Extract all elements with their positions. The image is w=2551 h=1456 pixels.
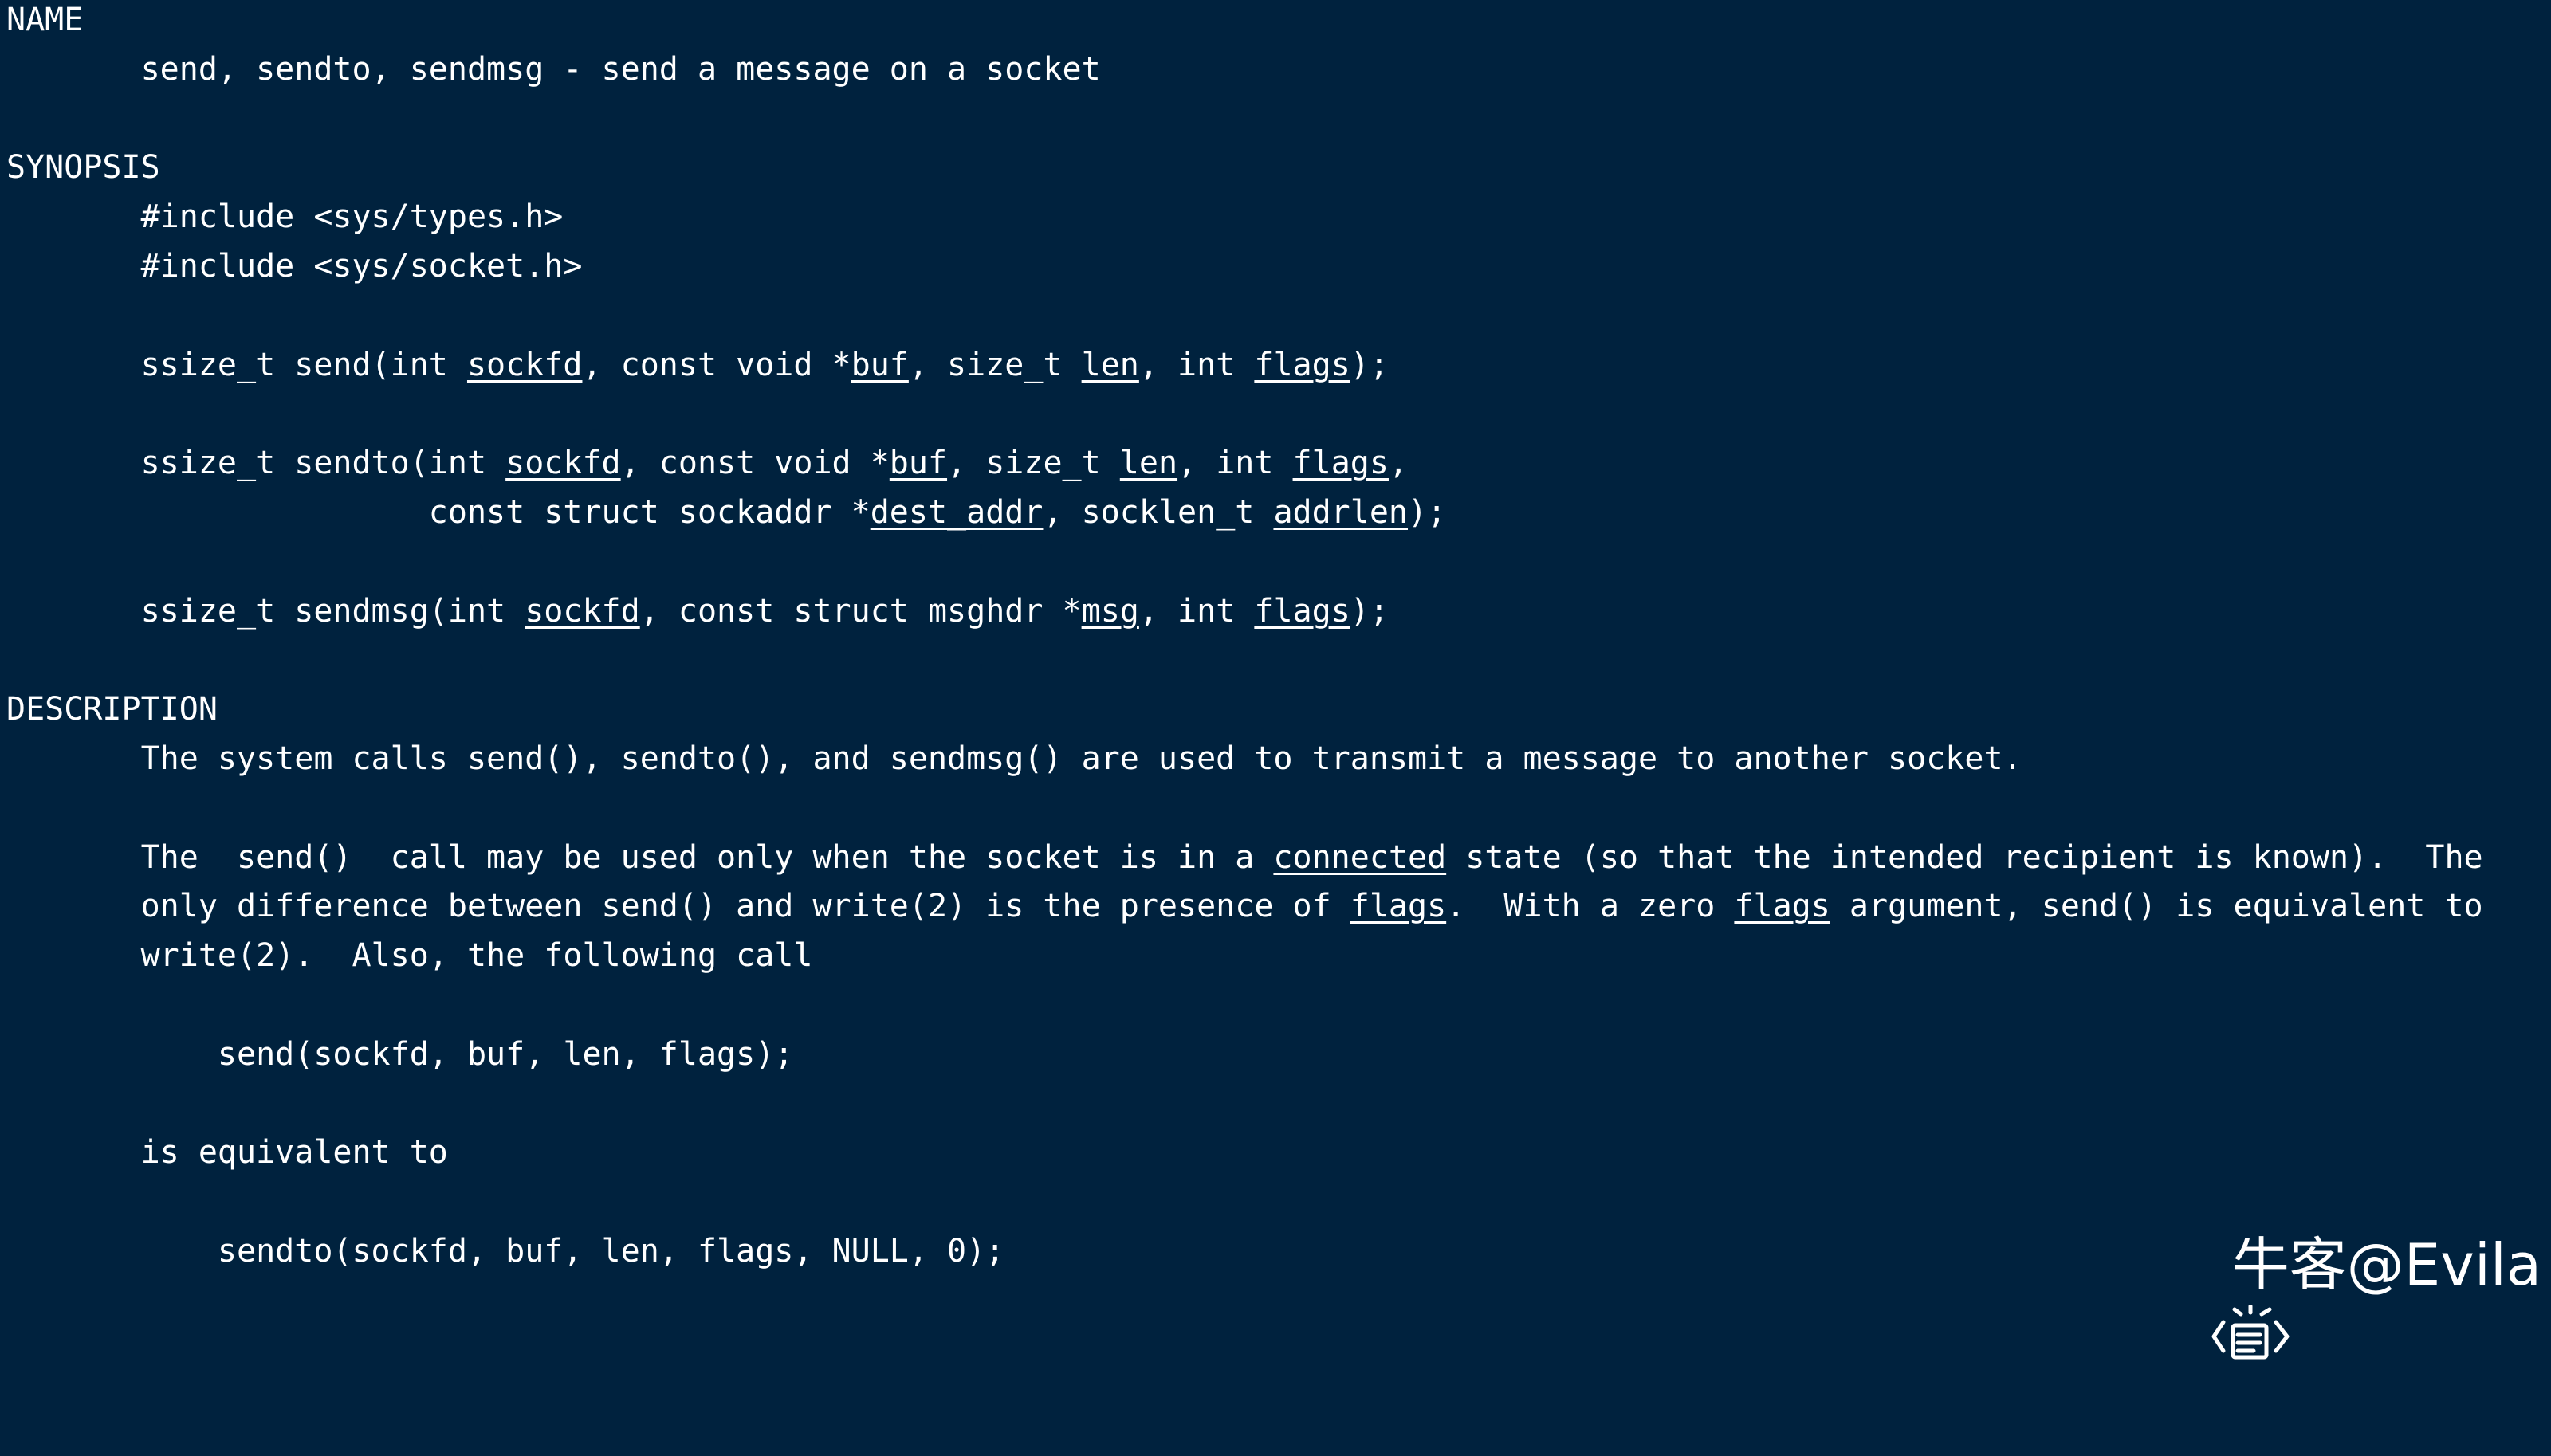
- argument-name: sockfd: [466, 346, 583, 383]
- line-text: is equivalent to: [6, 1134, 448, 1171]
- argument-name: msg: [1081, 592, 1139, 630]
- argument-name: flags: [1350, 888, 1447, 925]
- man-line: sendto(sockfd, buf, len, flags, NULL, 0)…: [6, 1226, 1004, 1276]
- line-text: ssize_t sendmsg(int: [6, 592, 525, 630]
- man-line: only difference between send() and write…: [6, 881, 2483, 931]
- man-line: ssize_t send(int sockfd, const void *buf…: [6, 340, 1389, 390]
- man-line: #include <sys/types.h>: [6, 192, 564, 241]
- line-text: , int: [1138, 346, 1255, 383]
- line-text: );: [1350, 346, 1389, 383]
- line-text: . With a zero: [1446, 888, 1735, 925]
- line-text: #include <sys/socket.h>: [6, 248, 583, 285]
- argument-name: sockfd: [525, 592, 640, 630]
- argument-name: sockfd: [505, 445, 621, 482]
- watermark-text: 牛客@Evila: [2231, 1231, 2541, 1298]
- man-line: ssize_t sendto(int sockfd, const void *b…: [6, 438, 1409, 488]
- argument-name: buf: [851, 346, 909, 383]
- line-text: send(sockfd, buf, len, flags);: [6, 1035, 794, 1073]
- argument-name: connected: [1273, 838, 1447, 876]
- man-line: The send() call may be used only when th…: [6, 833, 2483, 882]
- man-line: write(2). Also, the following call: [6, 931, 813, 980]
- line-text: , const void *: [620, 445, 890, 482]
- line-text: ssize_t send(int: [6, 346, 467, 383]
- line-text: , const struct msghdr *: [639, 592, 1082, 630]
- line-text: #include <sys/types.h>: [6, 198, 564, 236]
- line-text: const struct sockaddr *: [6, 494, 871, 531]
- man-line: send(sockfd, buf, len, flags);: [6, 1030, 793, 1079]
- argument-name: flags: [1734, 888, 1830, 925]
- argument-name: buf: [889, 445, 948, 482]
- man-line: ssize_t sendmsg(int sockfd, const struct…: [6, 587, 1389, 636]
- line-text: );: [1350, 592, 1389, 630]
- section-heading-description: DESCRIPTION: [6, 691, 218, 728]
- line-text: only difference between send() and write…: [6, 888, 1350, 925]
- line-text: The system calls send(), sendto(), and s…: [6, 740, 2022, 777]
- line-text: sendto(sockfd, buf, len, flags, NULL, 0)…: [6, 1233, 1005, 1270]
- line-text: , size_t: [908, 346, 1082, 383]
- line-text: send, sendto, sendmsg - send a message o…: [6, 50, 1101, 88]
- section-heading-name: NAME: [6, 2, 84, 38]
- argument-name: addrlen: [1273, 494, 1409, 531]
- argument-name: len: [1119, 445, 1178, 482]
- line-text: , size_t: [947, 445, 1120, 482]
- argument-name: len: [1081, 346, 1139, 383]
- line-text: , socklen_t: [1043, 494, 1274, 531]
- man-line: send, sendto, sendmsg - send a message o…: [6, 45, 1101, 94]
- line-text: , int: [1138, 592, 1255, 630]
- line-text: argument, send() is equivalent to: [1830, 888, 2483, 925]
- line-text: state (so that the intended recipient is…: [1446, 838, 2483, 876]
- line-text: , const void *: [582, 346, 851, 383]
- argument-name: dest_addr: [870, 494, 1044, 531]
- line-text: ,: [1388, 445, 1409, 482]
- section-heading-synopsis: SYNOPSIS: [6, 149, 160, 186]
- watermark: 牛客@Evila: [2136, 1229, 2541, 1360]
- man-line: The system calls send(), sendto(), and s…: [6, 734, 2022, 783]
- argument-name: flags: [1292, 445, 1389, 482]
- terminal-window: NAME send, sendto, sendmsg - send a mess…: [0, 0, 2551, 1304]
- man-line: is equivalent to: [6, 1128, 448, 1177]
- man-line: const struct sockaddr *dest_addr, sockle…: [6, 488, 1446, 537]
- argument-name: flags: [1254, 346, 1350, 383]
- nowcoder-logo-icon: [2136, 1233, 2290, 1360]
- line-text: );: [1408, 494, 1447, 531]
- argument-name: flags: [1254, 592, 1350, 630]
- line-text: write(2). Also, the following call: [6, 937, 813, 975]
- line-text: , int: [1177, 445, 1293, 482]
- line-text: ssize_t sendto(int: [6, 445, 506, 482]
- line-text: The send() call may be used only when th…: [6, 838, 1274, 876]
- man-line: #include <sys/socket.h>: [6, 241, 583, 291]
